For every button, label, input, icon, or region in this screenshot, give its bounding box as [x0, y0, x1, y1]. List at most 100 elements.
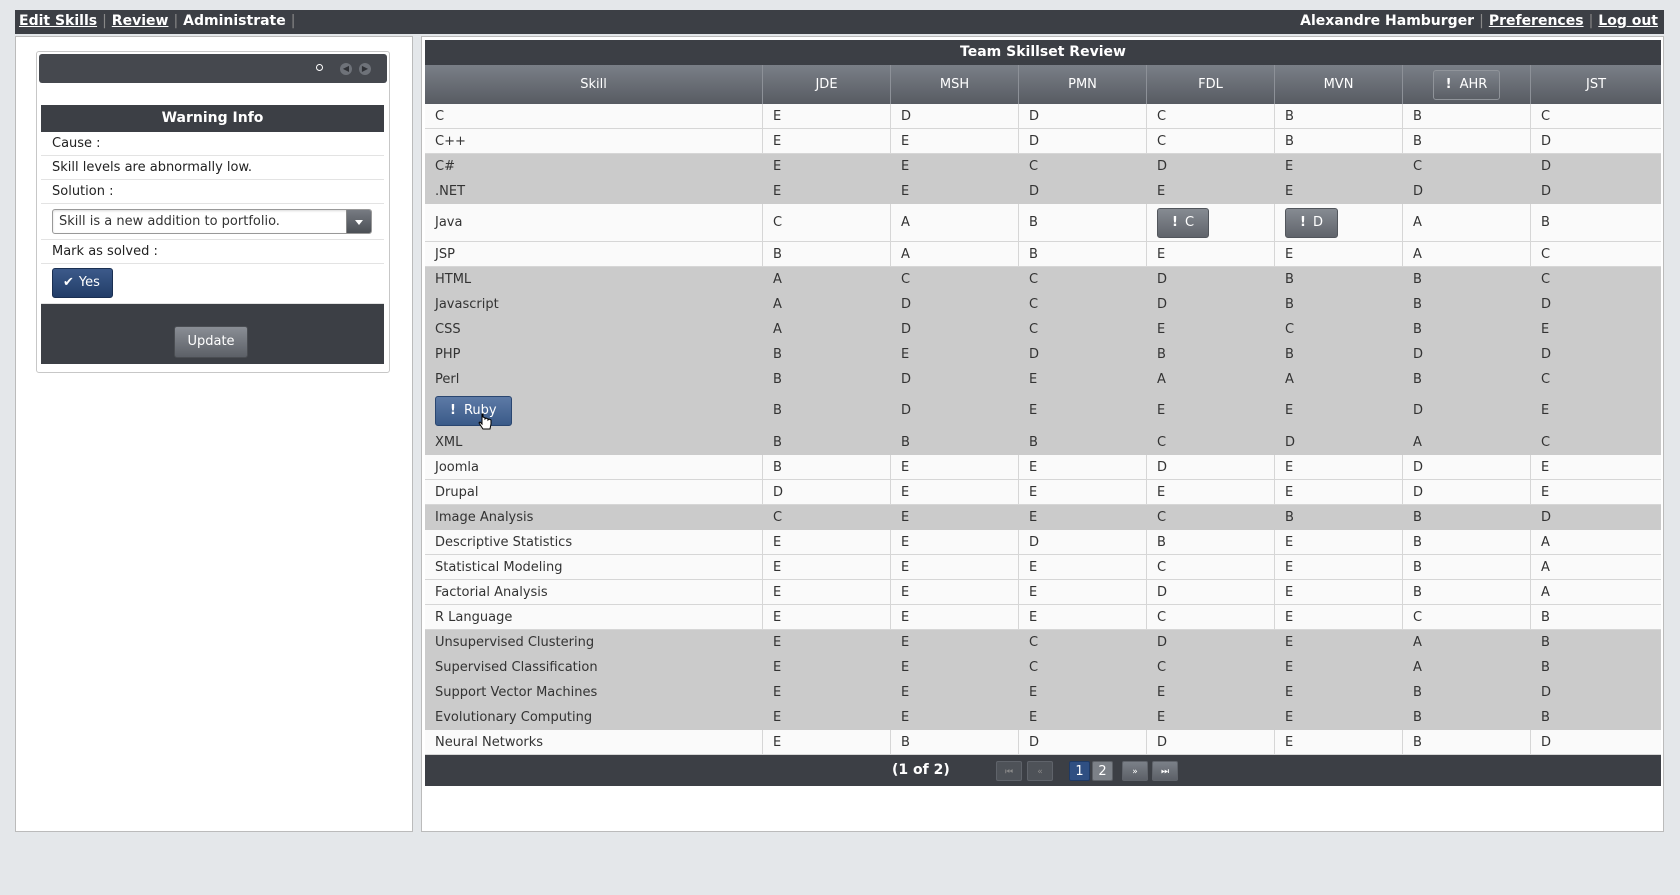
skill-level-cell: E	[1019, 392, 1147, 429]
table-row[interactable]: Descriptive Statistics E E D B E B A	[425, 530, 1661, 555]
skill-level-cell: B	[1403, 367, 1531, 391]
skill-level-cell: D	[891, 317, 1019, 341]
table-row[interactable]: Drupal D E E E E D E	[425, 480, 1661, 505]
column-header-jst[interactable]: JST	[1531, 65, 1661, 104]
first-page-icon[interactable]: ⏮	[996, 761, 1022, 781]
skill-level-cell: B	[763, 392, 891, 429]
mark-solved-row: ✔ Yes	[41, 264, 384, 304]
skill-cell: C	[425, 104, 763, 128]
prev-arrow-icon[interactable]: ◀	[340, 63, 352, 75]
skill-level-cell: B	[1019, 242, 1147, 266]
nav-administrate-item[interactable]: Administrate	[183, 13, 286, 29]
skill-level-cell: C	[891, 267, 1019, 291]
skill-level-cell: D	[1403, 480, 1531, 504]
skill-level-cell: A	[763, 267, 891, 291]
prev-page-icon[interactable]: «	[1027, 761, 1053, 781]
column-header-pmn[interactable]: PMN	[1019, 65, 1147, 104]
flagged-column-button[interactable]: ! AHR	[1432, 69, 1501, 100]
table-row[interactable]: Neural Networks E B D D E B D	[425, 730, 1661, 755]
skill-level-cell: D	[891, 104, 1019, 128]
table-row[interactable]: C++ E E D C B B D	[425, 129, 1661, 154]
page-1-button[interactable]: 1	[1069, 761, 1090, 781]
solution-select[interactable]: Skill is a new addition to portfolio.	[52, 209, 372, 234]
right-panel: Team Skillset Review Skill JDE MSH PMN FDL MV…	[421, 36, 1664, 832]
skill-level-cell: E	[763, 580, 891, 604]
skill-cell: C#	[425, 154, 763, 178]
column-header-mvn[interactable]: MVN	[1275, 65, 1403, 104]
column-header-ahr[interactable]: ! AHR	[1403, 65, 1531, 104]
flagged-level-button[interactable]: ! C	[1157, 207, 1210, 238]
skill-level-cell: B	[1403, 580, 1531, 604]
nav-preferences-link[interactable]: Preferences	[1489, 13, 1584, 29]
skill-cell: Drupal	[425, 480, 763, 504]
yes-toggle-button[interactable]: ✔ Yes	[52, 268, 113, 298]
skill-level-cell: E	[1019, 705, 1147, 729]
column-header-fdl[interactable]: FDL	[1147, 65, 1275, 104]
table-row[interactable]: Unsupervised Clustering E E C D E A B	[425, 630, 1661, 655]
table-row[interactable]: CEDDCBBC	[425, 104, 1661, 129]
skill-level-cell: E	[891, 530, 1019, 554]
skill-cell: .NET	[425, 179, 763, 203]
skill-level-cell: A	[891, 204, 1019, 241]
table-row[interactable]: Supervised Classification E E C C E A B	[425, 655, 1661, 680]
column-header-msh[interactable]: MSH	[891, 65, 1019, 104]
table-row[interactable]: Joomla B E E D E D E	[425, 455, 1661, 480]
table-body: C E D D C B B C C++ E E D C B B D C# E E C D E C D .NET E E D E E D D Ja…	[425, 104, 1661, 755]
skill-level-cell: C	[1019, 292, 1147, 316]
skill-level-cell: E	[1275, 580, 1403, 604]
table-row[interactable]: Support Vector Machines E E E E E B D	[425, 680, 1661, 705]
skill-level-cell: B	[1019, 430, 1147, 454]
cause-label: Cause :	[41, 132, 384, 156]
table-row[interactable]: Statistical Modeling E E E C E B A	[425, 555, 1661, 580]
flagged-skill-button[interactable]: ! Ruby	[435, 395, 512, 429]
table-row[interactable]: JSP B A B E E A C	[425, 242, 1661, 267]
update-button[interactable]: Update	[174, 326, 248, 358]
skill-level-cell: E	[1275, 242, 1403, 266]
column-header-jde[interactable]: JDE	[763, 65, 891, 104]
table-row[interactable]: HTML A C C D B B C	[425, 267, 1661, 292]
skill-level-cell: E	[1531, 392, 1661, 429]
skill-cell: Factorial Analysis	[425, 580, 763, 604]
page-2-button[interactable]: 2	[1092, 761, 1113, 781]
next-arrow-icon[interactable]: ▶	[359, 63, 371, 75]
skill-cell: JSP	[425, 242, 763, 266]
table-row[interactable]: R Language E E E C E C B	[425, 605, 1661, 630]
skill-cell: Supervised Classification	[425, 655, 763, 679]
chevron-down-icon[interactable]	[346, 210, 371, 233]
next-page-icon[interactable]: »	[1122, 761, 1148, 781]
skill-level-cell: D	[1531, 505, 1661, 529]
table-row[interactable]: .NET E E D E E D D	[425, 179, 1661, 204]
table-row[interactable]: CSS A D C E C B E	[425, 317, 1661, 342]
table-row[interactable]: ! Ruby B D E E E D E	[425, 392, 1661, 430]
table-row[interactable]: Perl B D E A A B C	[425, 367, 1661, 392]
nav-logout-link[interactable]: Log out	[1598, 13, 1658, 29]
nav-review-link[interactable]: Review	[112, 13, 169, 29]
flag-icon: !	[450, 402, 456, 418]
skill-level-cell: E	[1147, 480, 1275, 504]
skill-level-cell: B	[1403, 705, 1531, 729]
skill-level-cell: B	[1531, 655, 1661, 679]
table-row[interactable]: Image Analysis C E E C B B D	[425, 505, 1661, 530]
skill-cell: ! Ruby	[425, 392, 763, 429]
skill-level-cell: B	[1541, 215, 1550, 230]
skill-cell: R Language	[425, 605, 763, 629]
table-row[interactable]: XML B B B C D A C	[425, 430, 1661, 455]
skill-level-cell: E	[891, 505, 1019, 529]
skill-level-cell: A	[1403, 655, 1531, 679]
table-row[interactable]: Evolutionary Computing E E E E E B B	[425, 705, 1661, 730]
table-row[interactable]: C# E E C D E C D	[425, 154, 1661, 179]
last-page-icon[interactable]: ⏭	[1152, 761, 1178, 781]
nav-edit-skills-link[interactable]: Edit Skills	[19, 13, 97, 29]
skill-level-cell: B	[1403, 104, 1531, 128]
skill-cell: CSS	[425, 317, 763, 341]
skill-level-cell: B	[1275, 505, 1403, 529]
skill-level-cell: A	[1403, 204, 1531, 241]
table-row[interactable]: Factorial Analysis E E E D E B A	[425, 580, 1661, 605]
skill-level-cell: B	[1403, 730, 1531, 754]
flagged-level-button[interactable]: ! D	[1285, 207, 1338, 238]
skill-level-cell: B	[891, 730, 1019, 754]
table-row[interactable]: PHP B E D B B D D	[425, 342, 1661, 367]
column-header-skill[interactable]: Skill	[425, 65, 763, 104]
table-row[interactable]: Java C A B! C! D A B	[425, 204, 1661, 242]
table-row[interactable]: Javascript A D C D B B D	[425, 292, 1661, 317]
